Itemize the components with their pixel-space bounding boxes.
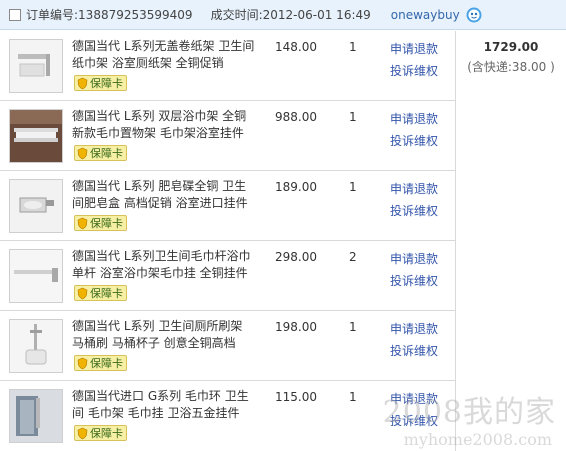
guarantee-shield-icon xyxy=(77,217,88,229)
seller-link[interactable]: onewaybuy xyxy=(391,8,460,22)
complaint-link[interactable]: 投诉维权 xyxy=(390,202,438,219)
column-divider xyxy=(455,31,456,451)
complaint-link[interactable]: 投诉维权 xyxy=(390,412,438,429)
guarantee-card-label: 保障卡 xyxy=(90,147,123,160)
guarantee-shield-icon xyxy=(77,357,88,369)
order-select-checkbox[interactable] xyxy=(9,8,21,21)
product-title-link[interactable]: 德国当代 L系列 卫生间厕所刷架 马桶刷 马桶杯子 创意全铜高档 xyxy=(72,318,256,352)
item-price: 115.00 xyxy=(275,390,317,404)
order-item-row: 德国当代 L系列 卫生间厕所刷架 马桶刷 马桶杯子 创意全铜高档 保障卡 198… xyxy=(0,311,455,381)
product-title-link[interactable]: 德国当代 L系列卫生间毛巾杆浴巾单杆 浴室浴巾架毛巾挂 全铜挂件 xyxy=(72,248,256,282)
item-price: 189.00 xyxy=(275,180,317,194)
order-number-label: 订单编号: xyxy=(26,8,79,22)
guarantee-card-badge[interactable]: 保障卡 xyxy=(74,285,127,301)
guarantee-card-badge[interactable]: 保障卡 xyxy=(74,145,127,161)
order-number: 138879253599409 xyxy=(78,7,193,22)
order-header: 订单编号: 138879253599409 成交时间: 2012-06-01 1… xyxy=(0,0,566,30)
complaint-link[interactable]: 投诉维权 xyxy=(390,342,438,359)
complaint-link[interactable]: 投诉维权 xyxy=(390,132,438,149)
guarantee-card-label: 保障卡 xyxy=(90,427,123,440)
guarantee-card-badge[interactable]: 保障卡 xyxy=(74,215,127,231)
guarantee-shield-icon xyxy=(77,77,88,89)
item-quantity: 1 xyxy=(349,180,357,194)
product-thumbnail[interactable] xyxy=(9,319,63,373)
item-quantity: 1 xyxy=(349,40,357,54)
guarantee-shield-icon xyxy=(77,287,88,299)
product-thumbnail[interactable] xyxy=(9,109,63,163)
item-quantity: 2 xyxy=(349,250,357,264)
guarantee-card-label: 保障卡 xyxy=(90,287,123,300)
wangwang-chat-icon[interactable] xyxy=(466,7,482,23)
guarantee-card-label: 保障卡 xyxy=(90,77,123,90)
product-thumbnail[interactable] xyxy=(9,389,63,443)
refund-request-link[interactable]: 申请退款 xyxy=(390,390,438,407)
guarantee-shield-icon xyxy=(77,147,88,159)
product-thumbnail[interactable] xyxy=(9,249,63,303)
guarantee-card-label: 保障卡 xyxy=(90,357,123,370)
item-quantity: 1 xyxy=(349,110,357,124)
order-item-row: 德国当代 L系列 双层浴巾架 全铜新款毛巾置物架 毛巾架浴室挂件 保障卡 988… xyxy=(0,101,455,171)
complaint-link[interactable]: 投诉维权 xyxy=(390,62,438,79)
order-time-label: 成交时间: xyxy=(210,8,263,22)
refund-request-link[interactable]: 申请退款 xyxy=(390,40,438,57)
item-quantity: 1 xyxy=(349,320,357,334)
product-title-link[interactable]: 德国当代 L系列 肥皂碟全铜 卫生间肥皂盒 高档促销 浴室进口挂件 xyxy=(72,178,256,212)
order-item-row: 德国当代进口 G系列 毛巾环 卫生间 毛巾架 毛巾挂 卫浴五金挂件 保障卡 11… xyxy=(0,381,455,451)
order-time: 2012-06-01 16:49 xyxy=(262,7,371,22)
order-items-list: 德国当代 L系列无盖卷纸架 卫生间纸巾架 浴室厕纸架 全铜促销 保障卡 148.… xyxy=(0,31,455,451)
item-price: 298.00 xyxy=(275,250,317,264)
product-title-link[interactable]: 德国当代 L系列 双层浴巾架 全铜新款毛巾置物架 毛巾架浴室挂件 xyxy=(72,108,256,142)
refund-request-link[interactable]: 申请退款 xyxy=(390,320,438,337)
guarantee-card-badge[interactable]: 保障卡 xyxy=(74,425,127,441)
item-price: 988.00 xyxy=(275,110,317,124)
complaint-link[interactable]: 投诉维权 xyxy=(390,272,438,289)
refund-request-link[interactable]: 申请退款 xyxy=(390,250,438,267)
item-price: 198.00 xyxy=(275,320,317,334)
order-item-row: 德国当代 L系列无盖卷纸架 卫生间纸巾架 浴室厕纸架 全铜促销 保障卡 148.… xyxy=(0,31,455,101)
guarantee-card-label: 保障卡 xyxy=(90,217,123,230)
refund-request-link[interactable]: 申请退款 xyxy=(390,180,438,197)
guarantee-card-badge[interactable]: 保障卡 xyxy=(74,355,127,371)
product-title-link[interactable]: 德国当代 L系列无盖卷纸架 卫生间纸巾架 浴室厕纸架 全铜促销 xyxy=(72,38,256,72)
order-item-row: 德国当代 L系列 肥皂碟全铜 卫生间肥皂盒 高档促销 浴室进口挂件 保障卡 18… xyxy=(0,171,455,241)
product-thumbnail[interactable] xyxy=(9,179,63,233)
refund-request-link[interactable]: 申请退款 xyxy=(390,110,438,127)
order-total: 1729.00 xyxy=(483,40,539,54)
product-title-link[interactable]: 德国当代进口 G系列 毛巾环 卫生间 毛巾架 毛巾挂 卫浴五金挂件 xyxy=(72,388,256,422)
product-thumbnail[interactable] xyxy=(9,39,63,93)
shipping-fee: (含快递:38.00 ) xyxy=(467,60,555,74)
guarantee-card-badge[interactable]: 保障卡 xyxy=(74,75,127,91)
item-quantity: 1 xyxy=(349,390,357,404)
order-summary: 1729.00 (含快递:38.00 ) xyxy=(456,31,566,75)
guarantee-shield-icon xyxy=(77,427,88,439)
item-price: 148.00 xyxy=(275,40,317,54)
order-item-row: 德国当代 L系列卫生间毛巾杆浴巾单杆 浴室浴巾架毛巾挂 全铜挂件 保障卡 298… xyxy=(0,241,455,311)
